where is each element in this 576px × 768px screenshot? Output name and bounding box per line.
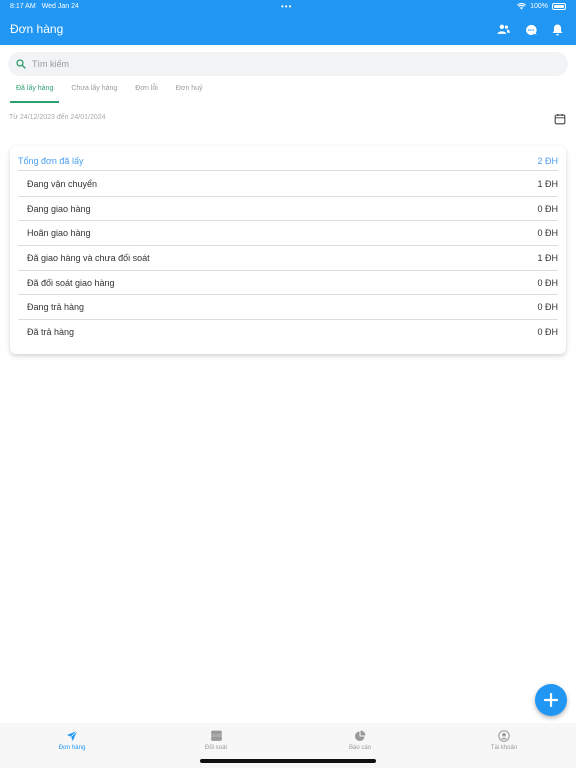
status-date: Wed Jan 24 [41, 3, 79, 10]
search-bar [8, 52, 568, 76]
order-summary-card: Tổng đơn đã lấy 2 ĐH Đang vận chuyển 1 Đ… [10, 146, 566, 354]
nav-reports-label: Báo cáo [348, 745, 372, 751]
nav-orders[interactable]: Đơn hàng [0, 723, 144, 768]
row-label: Hoãn giao hàng [27, 228, 91, 239]
row-label: Đã giao hàng và chưa đối soát [27, 252, 150, 263]
row-value: 0 ĐH [537, 228, 558, 239]
row-label: Đang trả hàng [27, 302, 85, 313]
people-icon [497, 24, 510, 34]
money-stack-icon [210, 730, 222, 741]
chat-button[interactable] [522, 21, 539, 38]
app-bar: Đơn hàng [0, 13, 576, 45]
row-value: 0 ĐH [537, 327, 558, 338]
calendar-icon[interactable] [554, 113, 566, 125]
summary-row-delivering[interactable]: Đang giao hàng 0 ĐH [18, 197, 558, 222]
page-title: Đơn hàng [10, 22, 64, 36]
row-value: 1 ĐH [537, 252, 558, 263]
nav-reconciliation-label: Đối soát [204, 745, 227, 751]
summary-row-returning[interactable]: Đang trả hàng 0 ĐH [18, 295, 558, 321]
date-range-label: Từ 24/12/2023 đến 24/01/2024 [9, 114, 106, 121]
add-order-button[interactable] [535, 684, 567, 716]
home-indicator[interactable] [200, 759, 376, 763]
send-icon [67, 730, 78, 741]
pie-chart-icon [355, 730, 366, 741]
bell-icon [552, 24, 563, 35]
row-value: 1 ĐH [537, 178, 558, 189]
notifications-button[interactable] [549, 21, 566, 38]
search-icon [16, 59, 26, 69]
status-bar: 8:17 AM Wed Jan 24 ••• 100% [0, 0, 576, 13]
plus-icon [544, 693, 558, 707]
row-label: Đã đối soát giao hàng [27, 277, 115, 288]
nav-account[interactable]: Tài khoản [432, 723, 576, 768]
battery-icon [552, 3, 566, 10]
summary-row-delivered-unreconciled[interactable]: Đã giao hàng và chưa đối soát 1 ĐH [18, 246, 558, 271]
row-value: 0 ĐH [537, 302, 558, 313]
summary-header-value: 2 ĐH [537, 155, 558, 166]
tab-picked-up[interactable]: Đã lấy hàng [10, 80, 60, 103]
summary-row-in-transit[interactable]: Đang vận chuyển 1 ĐH [18, 172, 558, 197]
summary-header[interactable]: Tổng đơn đã lấy 2 ĐH [18, 154, 558, 171]
order-status-tabs: Đã lấy hàng Chưa lấy hàng Đơn lỗi Đơn hu… [10, 80, 215, 103]
chat-icon [525, 24, 537, 35]
row-value: 0 ĐH [537, 203, 558, 214]
multitasking-dots-icon: ••• [281, 2, 293, 11]
tab-cancelled-orders[interactable]: Đơn huỷ [170, 80, 209, 103]
account-icon [498, 730, 510, 742]
summary-row-delivery-reconciled[interactable]: Đã đối soát giao hàng 0 ĐH [18, 271, 558, 296]
summary-row-delivery-postponed[interactable]: Hoãn giao hàng 0 ĐH [18, 221, 558, 247]
summary-rows: Đang vận chuyển 1 ĐH Đang giao hàng 0 ĐH… [18, 172, 558, 345]
row-value: 0 ĐH [537, 277, 558, 288]
tab-error-orders[interactable]: Đơn lỗi [129, 80, 164, 103]
row-label: Đã trả hàng [27, 327, 75, 338]
search-input[interactable] [32, 59, 532, 69]
wifi-icon [517, 3, 527, 10]
summary-header-label: Tổng đơn đã lấy [18, 155, 84, 166]
row-label: Đang vận chuyển [27, 178, 98, 189]
row-label: Đang giao hàng [27, 203, 91, 214]
tab-not-picked-up[interactable]: Chưa lấy hàng [65, 80, 123, 103]
customers-button[interactable] [495, 21, 512, 38]
status-time: 8:17 AM [10, 3, 36, 10]
summary-row-returned[interactable]: Đã trả hàng 0 ĐH [18, 320, 558, 345]
battery-percent: 100% [530, 3, 548, 10]
nav-orders-label: Đơn hàng [58, 745, 86, 751]
nav-account-label: Tài khoản [490, 745, 518, 751]
